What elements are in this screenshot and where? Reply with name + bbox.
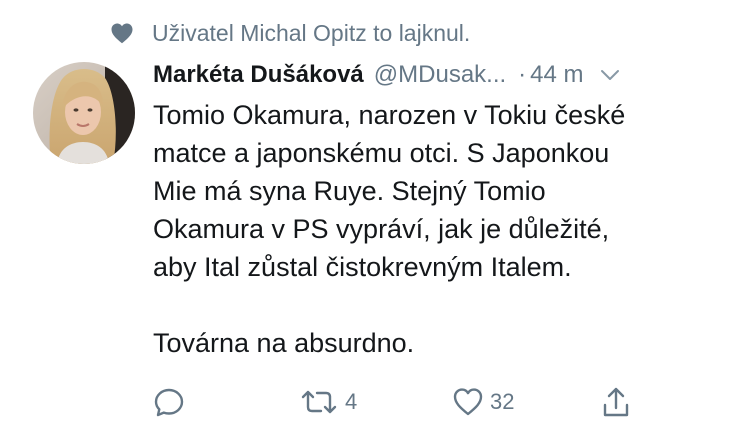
retweet-count: 4 <box>345 389 358 414</box>
share-button[interactable] <box>601 384 631 420</box>
tweet-text-line: Okamura v PS vypráví, jak je důležité, <box>153 214 610 244</box>
retweet-icon <box>301 390 337 414</box>
tweet-text-line: Tomio Okamura, narozen v Tokiu české <box>153 100 626 130</box>
author-name[interactable]: Markéta Dušáková <box>153 61 364 89</box>
avatar-image <box>33 62 135 164</box>
like-count: 32 <box>490 389 515 414</box>
tweet-text: Tomio Okamura, narozen v Tokiu české mat… <box>153 96 743 362</box>
share-icon <box>603 387 629 417</box>
separator-dot: · <box>518 61 527 88</box>
heart-icon <box>111 23 133 44</box>
social-context: Uživatel Michal Opitz to lajknul. <box>110 14 470 52</box>
tweet-timestamp[interactable]: 44 m <box>530 61 583 89</box>
tweet-text-line: aby Ital zůstal čistokrevným Italem. <box>153 252 572 282</box>
reply-button[interactable] <box>153 384 185 420</box>
action-bar: 4 32 <box>153 384 730 420</box>
like-button[interactable]: 32 <box>452 384 514 420</box>
tweet-text-line: Továrna na absurdno. <box>153 328 415 358</box>
tweet-text-line: matce a japonskému otci. S Japonkou <box>153 138 610 168</box>
avatar[interactable] <box>33 62 135 164</box>
chevron-down-icon[interactable] <box>600 68 620 82</box>
tweet-header: Markéta Dušáková @MDusak... · 44 m <box>153 57 730 93</box>
author-handle[interactable]: @MDusak... <box>374 61 506 89</box>
reply-icon <box>154 388 184 417</box>
retweet-button[interactable]: 4 <box>299 384 357 420</box>
like-icon <box>453 388 483 416</box>
tweet-text-line: Mie má syna Ruye. Stejný Tomio <box>153 176 546 206</box>
social-context-text[interactable]: Uživatel Michal Opitz to lajknul. <box>152 20 470 47</box>
